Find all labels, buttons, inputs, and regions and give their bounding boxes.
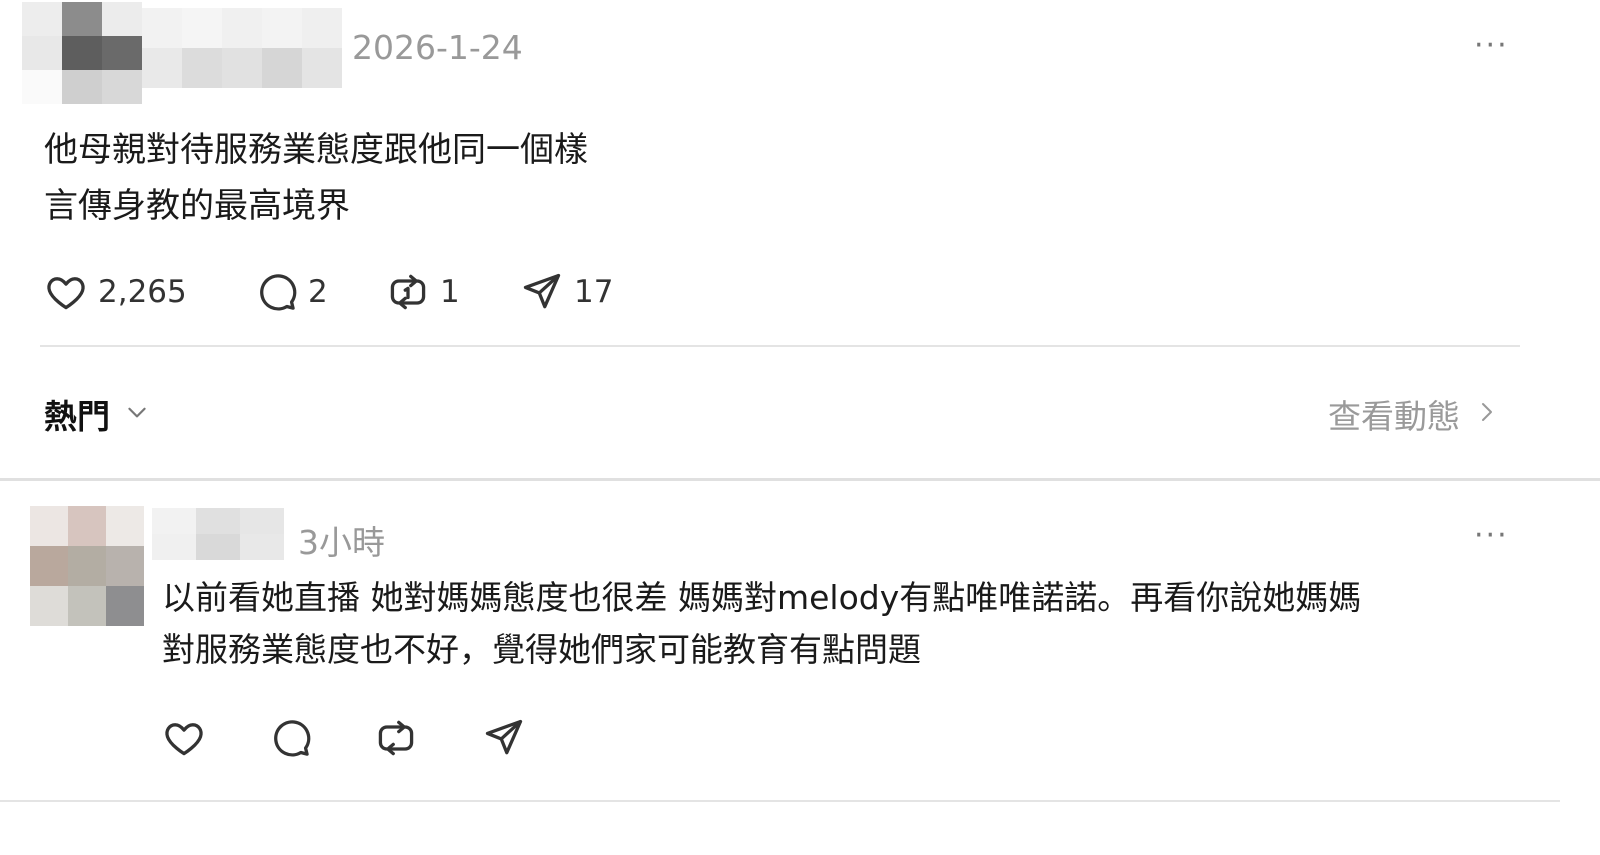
avatar[interactable]	[22, 2, 142, 104]
view-activity-link[interactable]: 查看動態	[1328, 390, 1498, 438]
heart-icon	[162, 716, 206, 760]
chevron-down-icon	[124, 399, 150, 429]
comment-button[interactable]: 2	[254, 270, 328, 314]
share-button[interactable]: 17	[520, 270, 613, 314]
send-icon	[520, 270, 564, 314]
reply-comment-button[interactable]	[268, 716, 312, 760]
divider	[40, 345, 1520, 347]
reply-share-button[interactable]	[482, 716, 526, 760]
send-icon	[482, 716, 526, 760]
view-activity-label: 查看動態	[1328, 397, 1460, 436]
sort-label: 熱門	[44, 397, 110, 436]
sort-dropdown[interactable]: 熱門	[44, 390, 150, 438]
divider	[0, 800, 1560, 802]
reply-body: 以前看她直播 她對媽媽態度也很差 媽媽對melody有點唯唯諾諾。再看你說她媽媽…	[162, 572, 1562, 676]
share-count: 17	[574, 274, 614, 310]
comment-count: 2	[308, 274, 328, 310]
reply-time[interactable]: 3小時	[298, 516, 385, 564]
chevron-right-icon	[1474, 397, 1498, 431]
post-body: 他母親對待服務業態度跟他同一個樣 言傳身教的最高境界	[44, 122, 944, 234]
like-button[interactable]: 2,265	[44, 270, 187, 314]
more-options-button[interactable]: ···	[1474, 28, 1509, 63]
like-count: 2,265	[98, 274, 187, 310]
heart-icon	[44, 270, 88, 314]
section-divider	[0, 478, 1600, 481]
reply-like-button[interactable]	[162, 716, 206, 760]
post-line: 他母親對待服務業態度跟他同一個樣	[44, 130, 588, 170]
repost-button[interactable]: 1	[386, 270, 460, 314]
reply-line: 對服務業態度也不好，覺得她們家可能教育有點問題	[162, 630, 921, 669]
comment-bubble-icon	[254, 270, 298, 314]
username-blurred[interactable]	[142, 8, 342, 88]
reply-repost-button[interactable]	[374, 716, 418, 760]
post-line: 言傳身教的最高境界	[44, 186, 350, 226]
repost-icon	[386, 270, 430, 314]
comment-bubble-icon	[268, 716, 312, 760]
reply-username-blurred[interactable]	[152, 508, 284, 560]
reply-avatar[interactable]	[30, 506, 144, 626]
repost-count: 1	[440, 274, 460, 310]
reply-more-options-button[interactable]: ···	[1474, 518, 1509, 553]
reply-line: 以前看她直播 她對媽媽態度也很差 媽媽對melody有點唯唯諾諾。再看你說她媽媽	[162, 578, 1362, 617]
repost-icon	[374, 716, 418, 760]
post-date[interactable]: 2026-1-24	[352, 28, 523, 67]
